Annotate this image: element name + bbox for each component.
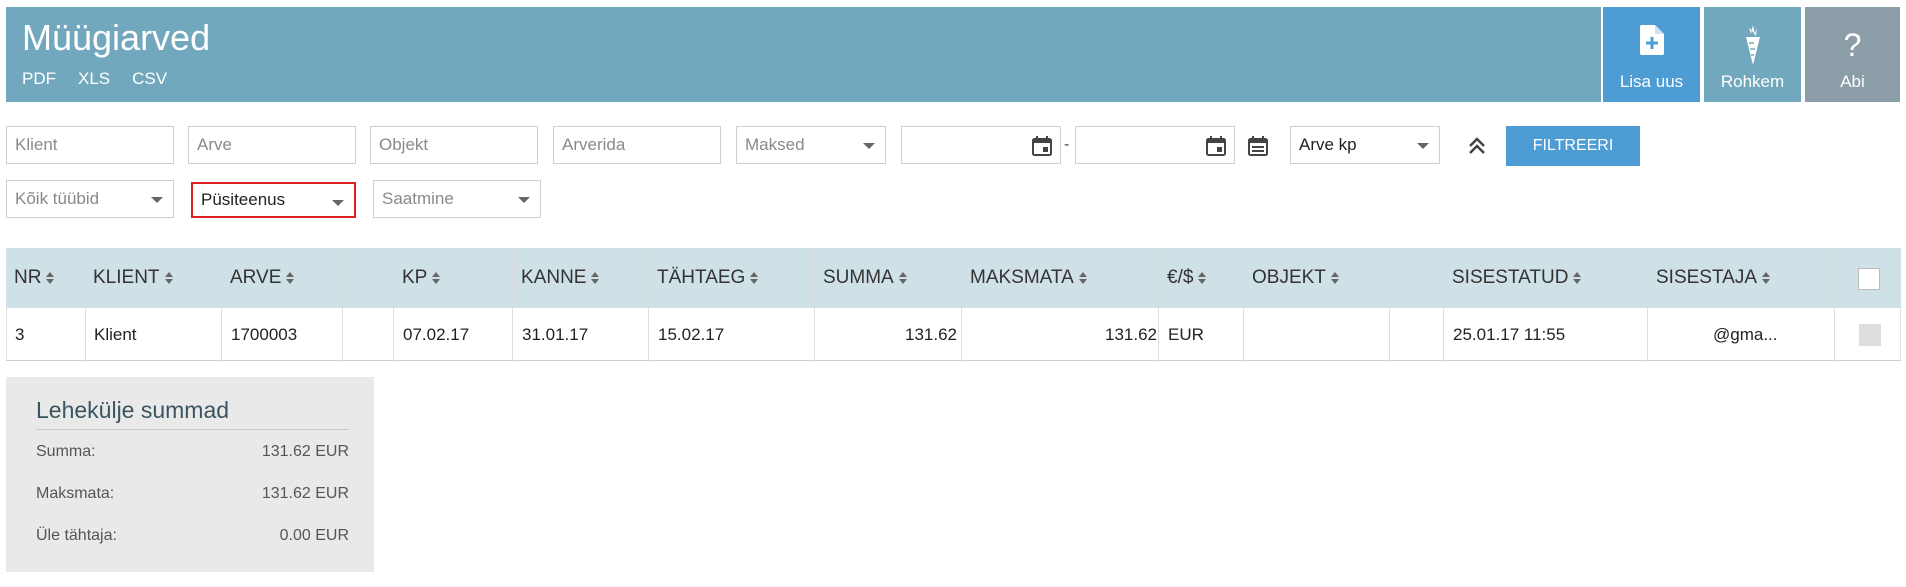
sort-icon[interactable] [432, 272, 441, 284]
cell-sisestatud: 25.01.17 11:55 [1453, 324, 1566, 344]
cell-summa: 131.62 [905, 324, 957, 344]
column-header-nr[interactable]: NR [14, 248, 55, 308]
sort-icon[interactable] [286, 272, 295, 284]
cell-currency: EUR [1168, 324, 1204, 344]
invoice-type-value: Kõik tüübid [15, 189, 100, 208]
sort-icon[interactable] [164, 272, 173, 284]
chevron-down-icon [332, 200, 344, 206]
calendar-icon[interactable] [1206, 136, 1226, 156]
help-button[interactable]: ? Abi [1805, 7, 1900, 102]
add-new-button[interactable]: Lisa uus [1603, 7, 1700, 102]
column-header-objekt[interactable]: OBJEKT [1252, 248, 1339, 308]
sending-select-value: Saatmine [382, 189, 454, 208]
cell-kp: 07.02.17 [403, 324, 470, 344]
select-all-checkbox[interactable] [1858, 268, 1880, 290]
export-csv-link[interactable]: CSV [132, 69, 167, 89]
more-label: Rohkem [1720, 72, 1785, 91]
summary-label: Summa: [36, 443, 96, 460]
sort-icon[interactable] [46, 272, 55, 284]
summary-label: Maksmata: [36, 485, 115, 502]
column-header-currency[interactable]: €/$ [1167, 248, 1207, 308]
column-header-maksmata[interactable]: MAKSMATA [970, 248, 1087, 308]
cell-maksmata: 131.62 [1105, 324, 1157, 344]
page-header: Müügiarved PDF XLS CSV [6, 7, 1601, 102]
sort-icon[interactable] [1573, 272, 1582, 284]
cell-klient: Klient [94, 324, 137, 344]
date-period-icon[interactable] [1248, 136, 1268, 156]
page-summary-panel: Lehekülje summad Summa: 131.62 EUR Maksm… [6, 377, 374, 572]
table-header: NR KLIENT ARVE KP KANNE TÄHTAEG SUMMA MA… [6, 248, 1901, 308]
sort-icon[interactable] [1078, 272, 1087, 284]
cell-tahtaeg: 15.02.17 [658, 324, 725, 344]
date-type-value: Arve kp [1299, 135, 1357, 154]
sort-icon[interactable] [750, 272, 759, 284]
summary-value: 0.00 EUR [279, 527, 349, 544]
sort-icon[interactable] [1198, 272, 1207, 284]
cell-arve[interactable]: 1700003 [231, 308, 297, 361]
invoice-line-filter-input[interactable]: Arverida [553, 126, 721, 164]
service-select-value: Püsiteenus [201, 190, 286, 209]
chevron-down-icon [151, 197, 163, 203]
client-filter-input[interactable]: Klient [6, 126, 174, 164]
object-filter-input[interactable]: Objekt [370, 126, 538, 164]
sort-icon[interactable] [1762, 272, 1771, 284]
chevron-down-icon [1417, 143, 1429, 149]
cell-sisestaja: @gma... [1713, 324, 1778, 344]
cell-nr: 3 [15, 324, 25, 344]
column-header-sisestaja[interactable]: SISESTAJA [1656, 248, 1771, 308]
export-pdf-link[interactable]: PDF [22, 69, 56, 89]
payments-select[interactable]: Maksed [736, 126, 886, 164]
invoice-filter-input[interactable]: Arve [188, 126, 356, 164]
service-select[interactable]: Püsiteenus [191, 182, 356, 218]
export-xls-link[interactable]: XLS [78, 69, 110, 89]
question-icon: ? [1843, 27, 1862, 63]
collapse-filters-icon[interactable] [1468, 136, 1486, 156]
column-header-kanne[interactable]: KANNE [521, 248, 600, 308]
summary-row-summa: Summa: 131.62 EUR [36, 443, 349, 461]
export-links: PDF XLS CSV [22, 69, 167, 89]
column-header-summa[interactable]: SUMMA [823, 248, 907, 308]
summary-title: Lehekülje summad [36, 397, 230, 423]
summary-value: 131.62 EUR [261, 485, 349, 502]
calendar-icon[interactable] [1032, 136, 1052, 156]
chevron-down-icon [518, 197, 530, 203]
table-row[interactable]: 3 Klient 1700003 07.02.17 31.01.17 15.02… [6, 308, 1901, 361]
summary-label: Üle tähtaja: [36, 527, 117, 544]
carrot-icon [1704, 25, 1801, 65]
summary-value: 131.62 EUR [261, 443, 349, 460]
date-range-separator: - [1064, 136, 1070, 153]
sort-icon[interactable] [591, 272, 600, 284]
column-header-kp[interactable]: KP [402, 248, 441, 308]
date-from-input[interactable] [901, 126, 1061, 164]
chevron-down-icon [863, 143, 875, 149]
sort-icon[interactable] [1330, 272, 1339, 284]
payments-select-value: Maksed [745, 135, 805, 154]
sort-icon[interactable] [898, 272, 907, 284]
invoice-type-select[interactable]: Kõik tüübid [6, 180, 174, 218]
column-header-tahtaeg[interactable]: TÄHTAEG [657, 248, 759, 308]
column-header-klient[interactable]: KLIENT [93, 248, 173, 308]
add-new-label: Lisa uus [1619, 72, 1684, 91]
summary-row-overdue: Üle tähtaja: 0.00 EUR [36, 527, 349, 545]
date-to-input[interactable] [1075, 126, 1235, 164]
summary-row-maksmata: Maksmata: 131.62 EUR [36, 485, 349, 503]
row-checkbox[interactable] [1859, 324, 1881, 346]
date-type-select[interactable]: Arve kp [1290, 126, 1440, 164]
column-header-sisestatud[interactable]: SISESTATUD [1452, 248, 1582, 308]
page-title: Müügiarved [22, 17, 211, 58]
filter-submit-button[interactable]: FILTREERI [1506, 126, 1640, 166]
sending-select[interactable]: Saatmine [373, 180, 541, 218]
cell-kanne: 31.01.17 [522, 324, 589, 344]
more-button[interactable]: Rohkem [1704, 7, 1801, 102]
column-header-arve[interactable]: ARVE [230, 248, 295, 308]
help-label: Abi [1840, 72, 1865, 91]
add-document-icon [1603, 25, 1700, 65]
